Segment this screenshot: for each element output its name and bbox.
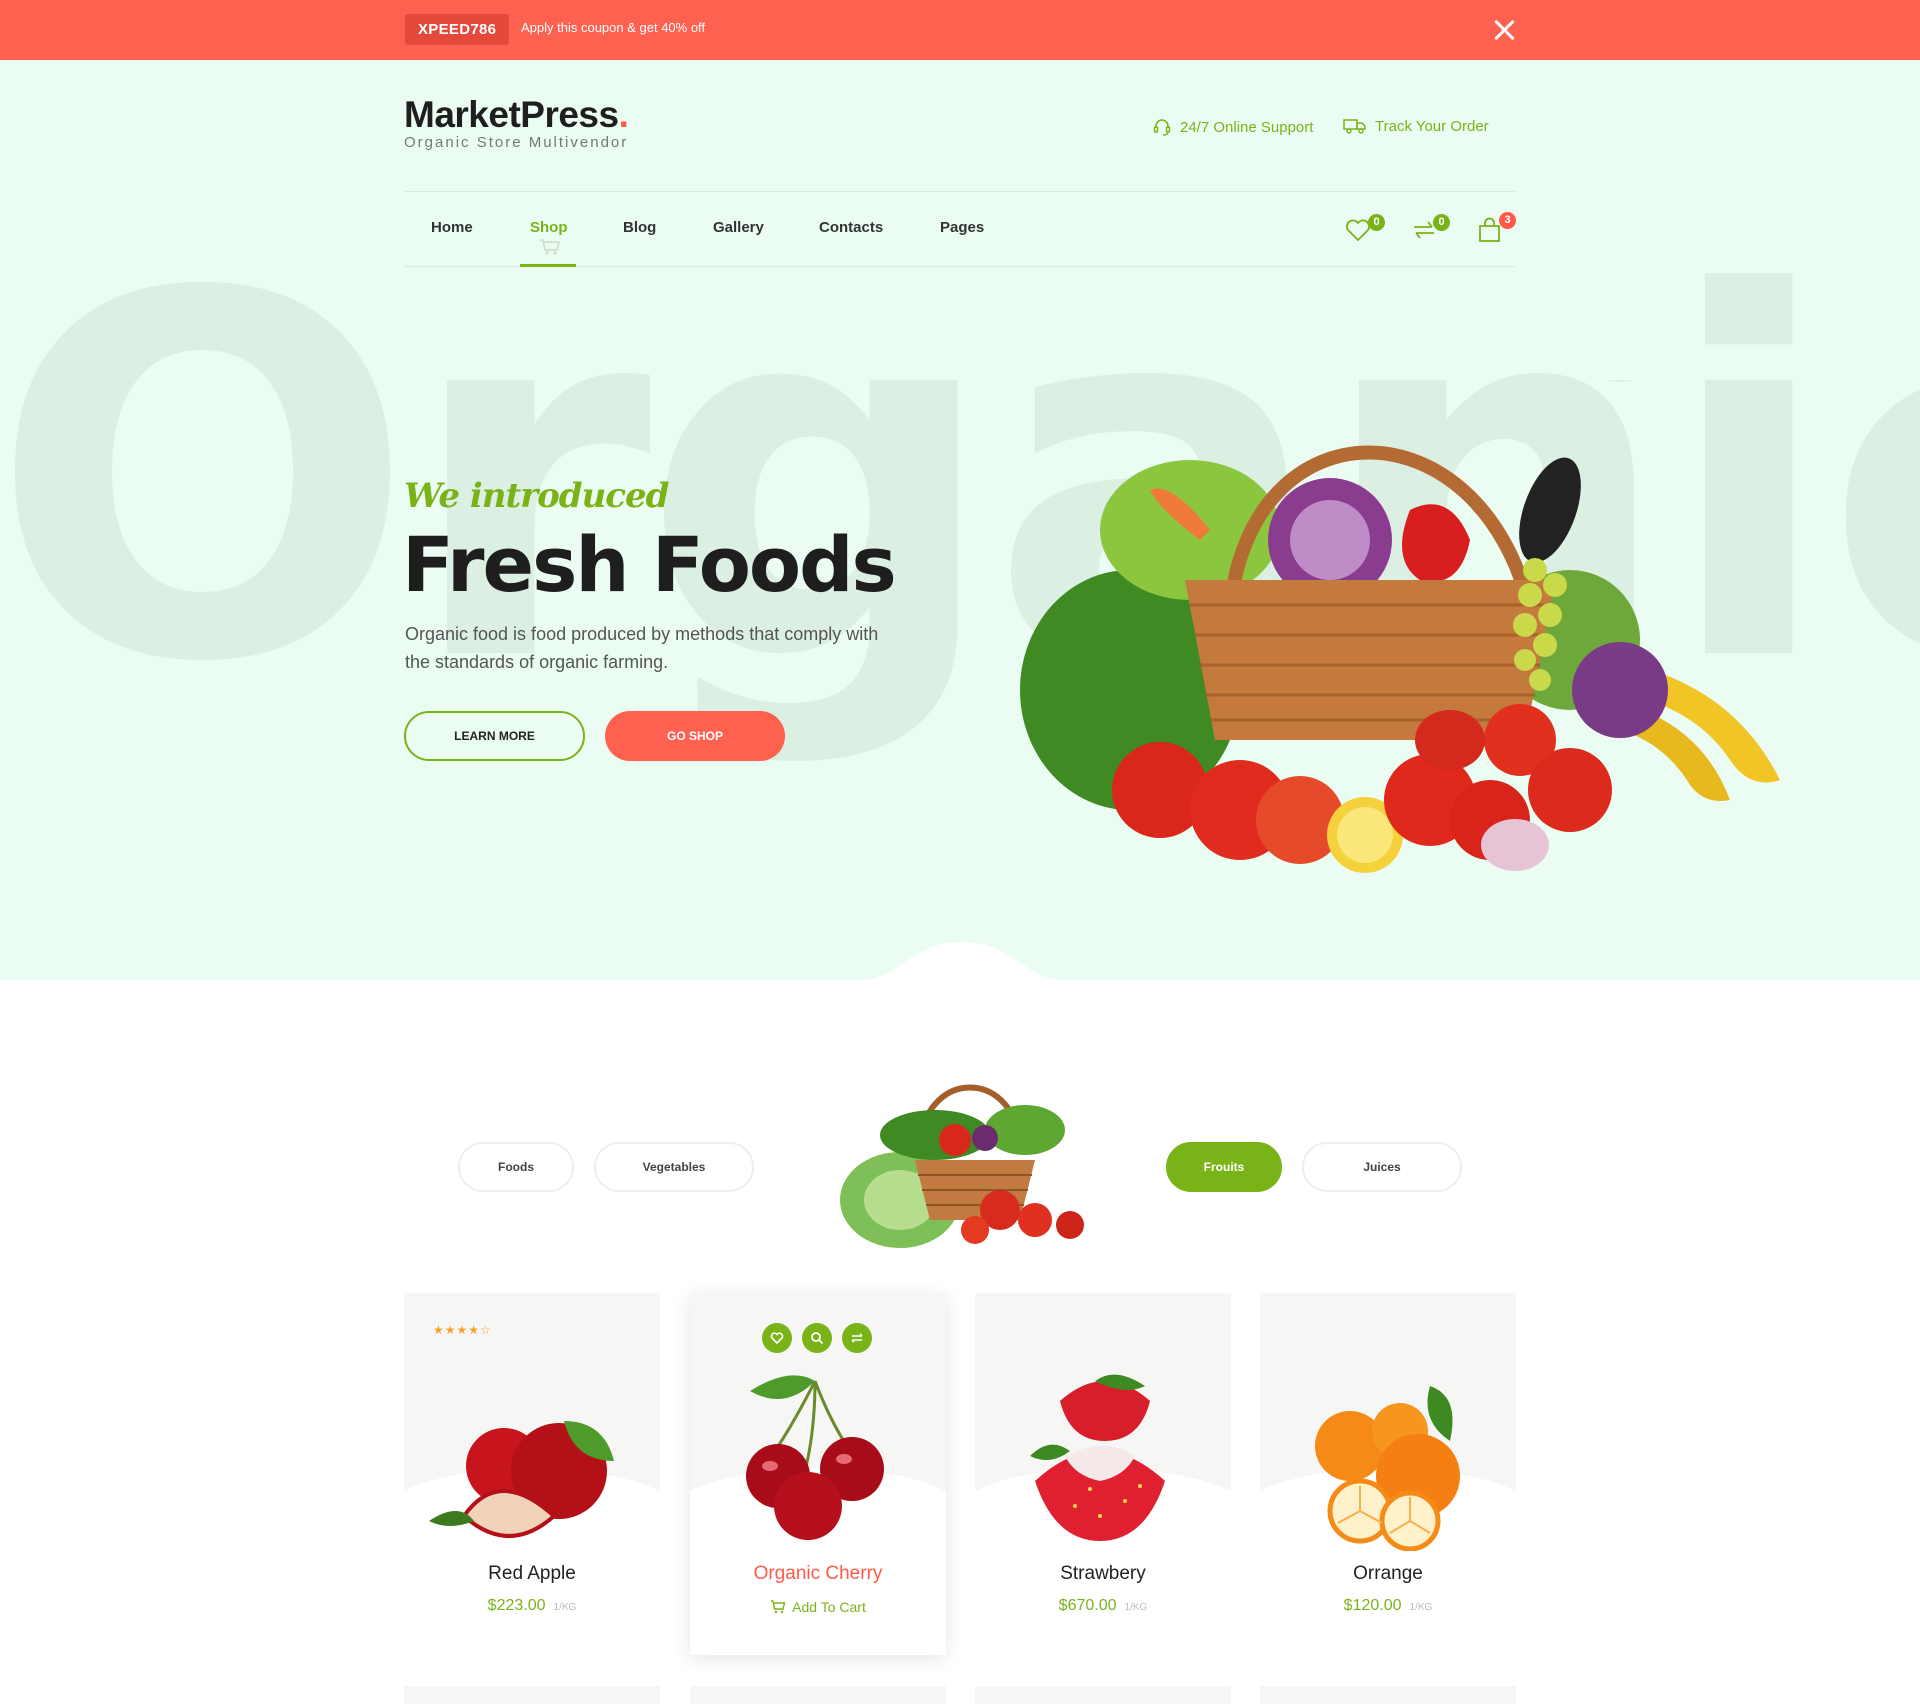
product-card-red-apple[interactable]: ★★★★☆ Red Apple $223.00 1/KG — [404, 1293, 660, 1656]
close-icon[interactable] — [1492, 17, 1518, 43]
hero-bottom-wave — [0, 942, 1920, 980]
coupon-text: Apply this coupon & get 40% off — [521, 20, 706, 35]
cart-mini-icon — [540, 239, 560, 255]
category-vegetables[interactable]: Vegetables — [594, 1142, 754, 1192]
product-name[interactable]: Red Apple — [404, 1563, 660, 1585]
cherry-image — [746, 1375, 884, 1540]
logo-title: MarketPress. — [404, 94, 629, 135]
online-support-link[interactable]: 24/7 Online Support — [1152, 117, 1313, 137]
category-frouits[interactable]: Frouits — [1166, 1142, 1282, 1192]
nav-gallery[interactable]: Gallery — [713, 219, 764, 236]
product-card-organic-cherry[interactable]: Organic Cherry Add To Cart — [690, 1293, 946, 1655]
nav-shop[interactable]: Shop — [530, 219, 568, 236]
heart-icon — [770, 1332, 784, 1345]
hero-description: Organic food is food produced by methods… — [405, 624, 879, 672]
product-price: $670.00 1/KG — [1058, 1597, 1148, 1614]
nav-active-indicator — [520, 264, 576, 267]
category-juices[interactable]: Juices — [1302, 1142, 1462, 1192]
headset-icon — [1153, 119, 1171, 136]
product-card-strawbery[interactable]: Strawbery $670.00 1/KG — [975, 1293, 1231, 1656]
cart-icon — [771, 1600, 786, 1614]
hero-title: Fresh Foods — [402, 520, 897, 609]
hero-script-heading: We introduced — [404, 476, 669, 516]
product-name[interactable]: Organic Cherry — [690, 1563, 946, 1585]
category-foods[interactable]: Foods — [458, 1142, 574, 1192]
track-order-label: Track Your Order — [1375, 117, 1489, 135]
cart-button[interactable]: 3 — [1476, 212, 1516, 249]
product-card-orrange[interactable]: Orrange $120.00 1/KG — [1260, 1293, 1516, 1656]
logo[interactable]: MarketPress. Organic Store Multivendor — [404, 94, 629, 151]
product-card-partial — [1260, 1686, 1516, 1704]
add-to-cart-label: Add To Cart — [792, 1599, 866, 1615]
product-price: $120.00 1/KG — [1343, 1597, 1433, 1614]
product-name[interactable]: Orrange — [1260, 1563, 1516, 1585]
product-card-partial — [690, 1686, 946, 1704]
search-icon — [811, 1332, 824, 1345]
compare-count-badge: 0 — [1433, 214, 1450, 231]
orange-image — [1315, 1386, 1460, 1551]
go-shop-button[interactable]: GO SHOP — [605, 711, 785, 761]
rating-stars: ★★★★☆ — [433, 1323, 492, 1337]
nav-contacts[interactable]: Contacts — [819, 219, 883, 236]
coupon-code-badge: XPEED786 — [405, 14, 510, 45]
add-to-cart-button[interactable]: Add To Cart — [690, 1599, 946, 1615]
truck-icon — [1343, 119, 1366, 134]
compare-action-button[interactable] — [842, 1323, 872, 1353]
product-card-partial — [975, 1686, 1231, 1704]
track-order-link[interactable]: Track Your Order — [1343, 117, 1489, 135]
learn-more-button[interactable]: LEARN MORE — [404, 711, 585, 761]
product-name[interactable]: Strawbery — [975, 1563, 1231, 1585]
wishlist-action-button[interactable] — [762, 1323, 792, 1353]
product-price: $223.00 1/KG — [487, 1597, 577, 1614]
coupon-topbar: XPEED786 Apply this coupon & get 40% off — [0, 0, 1920, 60]
cart-count-badge: 3 — [1499, 212, 1516, 229]
vegetable-basket-image — [1020, 380, 1780, 873]
quick-view-button[interactable] — [802, 1323, 832, 1353]
strawberry-image — [1030, 1374, 1165, 1541]
nav-pages[interactable]: Pages — [940, 219, 984, 236]
nav-divider-top — [404, 191, 1515, 192]
product-quick-actions — [762, 1323, 872, 1353]
category-basket-image — [840, 1084, 1084, 1248]
product-card-partial — [404, 1686, 660, 1704]
logo-subtitle: Organic Store Multivendor — [404, 134, 629, 151]
compare-button[interactable]: 0 — [1411, 214, 1450, 249]
nav-blog[interactable]: Blog — [623, 219, 656, 236]
red-apple-image — [429, 1421, 614, 1538]
nav-home[interactable]: Home — [431, 219, 473, 236]
wishlist-count-badge: 0 — [1368, 214, 1385, 231]
online-support-label: 24/7 Online Support — [1180, 118, 1314, 136]
compare-arrows-icon — [851, 1333, 863, 1343]
wishlist-button[interactable]: 0 — [1344, 214, 1385, 249]
